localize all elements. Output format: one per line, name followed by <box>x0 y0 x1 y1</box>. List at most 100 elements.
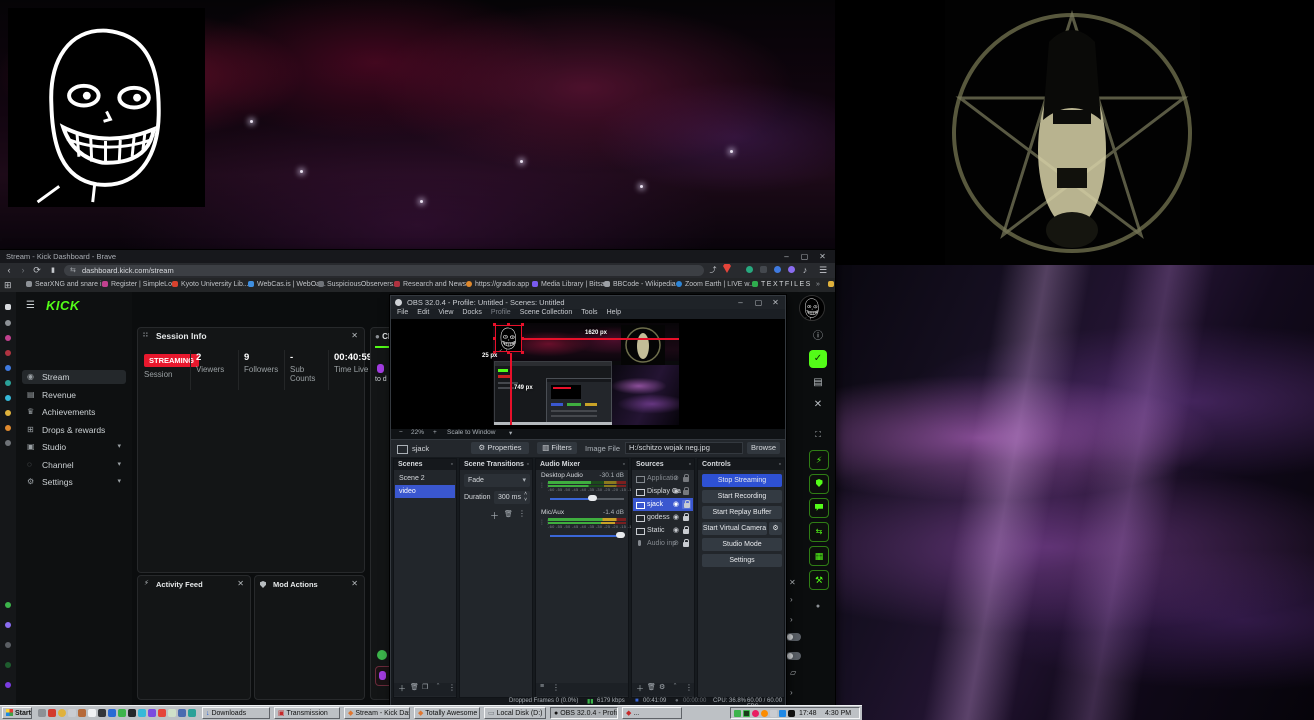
sidebar-item-drops-rewards[interactable]: ⊞ Drops & rewards <box>22 423 126 437</box>
bookmark-item[interactable]: BBCode - Wikipedia <box>604 278 676 292</box>
settings-button[interactable]: Settings <box>702 554 782 567</box>
sidebar-item-achievements[interactable]: ♛ Achievements <box>22 405 126 419</box>
task-button-transmission[interactable]: ▣ Transmission <box>274 707 340 719</box>
sources-header[interactable]: Sources ▫ <box>632 459 694 470</box>
eye-off-icon[interactable]: ⊘ <box>673 472 679 485</box>
menu-file[interactable]: File <box>397 309 408 316</box>
advanced-audio-icon[interactable]: ≡ <box>540 683 544 690</box>
panels-widget-icon[interactable]: ▦ <box>809 546 829 566</box>
mod-actions-header[interactable]: Mod Actions ✕ <box>255 576 364 592</box>
scene-item[interactable]: Scene 2 <box>395 472 455 485</box>
spinner-down-icon[interactable]: ˅ <box>524 494 527 507</box>
media-icon[interactable]: ♪ <box>798 263 812 278</box>
browser-minimize-button[interactable]: – <box>782 252 791 261</box>
rail-icon[interactable] <box>5 320 11 326</box>
add-source-icon[interactable]: ＋ <box>636 683 644 694</box>
lock-icon[interactable] <box>683 513 689 521</box>
rail-icon[interactable] <box>5 662 11 668</box>
sidebar-item-channel[interactable]: ◌ Channel ▾ <box>22 458 126 472</box>
volume-slider-knob[interactable] <box>588 495 597 501</box>
scene-item-selected[interactable]: video <box>395 485 455 498</box>
menu-scene-collection[interactable]: Scene Collection <box>520 309 573 316</box>
quicklaunch-icon[interactable] <box>178 709 186 717</box>
selection-handle[interactable] <box>493 337 496 340</box>
extension-icon-green[interactable] <box>742 263 756 278</box>
volume-slider-track[interactable] <box>550 498 624 500</box>
quicklaunch-icon[interactable] <box>188 709 196 717</box>
remove-transition-icon[interactable]: 🗑︎ <box>504 510 513 518</box>
lock-icon[interactable] <box>683 526 689 534</box>
rail-icon[interactable] <box>5 410 11 416</box>
image-path-field[interactable]: H:/schitzo wojak neg.jpg <box>625 442 743 454</box>
duplicate-scene-icon[interactable]: ❐ <box>422 683 428 691</box>
quicklaunch-icon[interactable] <box>48 709 56 717</box>
quicklaunch-icon[interactable] <box>58 709 66 717</box>
mixer-more-icon[interactable]: ⋮ <box>552 683 560 692</box>
quicklaunch-icon[interactable] <box>168 709 176 717</box>
rail-icon[interactable] <box>5 425 11 431</box>
stop-streaming-button[interactable]: Stop Streaming <box>702 474 782 487</box>
rail-icon[interactable] <box>5 622 11 628</box>
remove-scene-icon[interactable]: 🗑︎ <box>410 683 419 691</box>
quicklaunch-icon[interactable] <box>158 709 166 717</box>
session-info-header[interactable]: ∷ Session Info ✕ <box>138 328 364 344</box>
start-button[interactable]: Start <box>2 707 32 719</box>
apps-grid-icon[interactable]: ⊞ <box>4 278 12 292</box>
quicklaunch-icon[interactable] <box>128 709 136 717</box>
bookmark-item[interactable]: SearXNG and snare i... <box>26 278 107 292</box>
eye-icon[interactable]: ◉ <box>673 498 679 511</box>
connected-check-icon[interactable]: ✓ <box>809 350 827 368</box>
tray-icon[interactable] <box>743 710 750 717</box>
activity-widget-icon[interactable]: ⚡ <box>809 450 829 470</box>
chat-widget-icon[interactable] <box>809 498 829 518</box>
start-virtual-camera-button[interactable]: Start Virtual Camera <box>702 522 767 535</box>
quicklaunch-icon[interactable] <box>118 709 126 717</box>
source-item-application-audio[interactable]: Applicatio ⊘ <box>633 472 693 485</box>
hamburger-icon[interactable]: ☰ <box>26 300 35 311</box>
avatar[interactable] <box>799 295 825 321</box>
duration-spinner[interactable]: 300 ms ˄ ˅ <box>494 491 530 504</box>
menu-icon[interactable]: ☰ <box>816 263 830 278</box>
lock-button[interactable] <box>682 500 691 509</box>
filters-button[interactable]: ▥ Filters <box>537 442 577 454</box>
add-scene-icon[interactable]: ＋ <box>398 683 406 694</box>
quicklaunch-icon[interactable] <box>108 709 116 717</box>
selection-handle[interactable] <box>521 323 524 326</box>
bookmark-item[interactable]: SuspiciousObservers... <box>318 278 399 292</box>
more-icon[interactable]: ⋮ <box>448 683 456 692</box>
task-button-kick-dashboard[interactable]: ◆ Stream - Kick Dashboard... <box>344 707 410 719</box>
bookmark-item[interactable]: Kyoto University Lib... <box>172 278 249 292</box>
quicklaunch-icon[interactable] <box>78 709 86 717</box>
transitions-header[interactable]: Scene Transitions ▫ <box>460 459 532 470</box>
task-button-local-disk[interactable]: ▭ Local Disk (D:) <box>484 707 546 719</box>
widget-close-icon[interactable]: ✕ <box>789 578 796 587</box>
bookmark-item[interactable]: Zoom Earth | LIVE w... <box>676 278 755 292</box>
source-item-godess[interactable]: godess ◉ <box>633 511 693 524</box>
rail-icon[interactable] <box>5 440 11 446</box>
tray-icon[interactable] <box>734 710 741 717</box>
sidebar-item-settings[interactable]: ⚙ Settings ▾ <box>22 475 126 489</box>
eye-icon[interactable]: ◉ <box>673 524 679 537</box>
source-item-display-capture[interactable]: Display Ca ◉ <box>633 485 693 498</box>
virtual-camera-config-icon[interactable]: ⚙ <box>769 522 782 535</box>
browser-titlebar[interactable]: Stream - Kick Dashboard - Brave – ▢ ✕ <box>0 250 835 263</box>
bookmark-item[interactable]: Register | SimpleLo... <box>102 278 178 292</box>
rail-icon[interactable] <box>5 350 11 356</box>
move-up-icon[interactable]: ＾ <box>434 683 442 694</box>
chevron-down-icon[interactable]: ▾ <box>509 429 512 437</box>
extension-icon-blue[interactable] <box>770 263 784 278</box>
lock-open-icon[interactable] <box>683 487 689 495</box>
move-up-icon[interactable]: ＾ <box>671 683 679 694</box>
properties-button[interactable]: ⚙ Properties <box>471 442 529 454</box>
selection-handle[interactable] <box>521 351 524 354</box>
brave-shields-icon[interactable] <box>720 263 734 278</box>
task-button-downloads[interactable]: ↓ Downloads <box>202 707 270 719</box>
share-icon[interactable]: ⤴ <box>706 263 720 278</box>
reload-icon[interactable]: ⟳ <box>30 263 44 278</box>
chevron-right-icon[interactable]: › <box>790 688 793 697</box>
chevron-right-icon[interactable]: › <box>790 615 793 624</box>
controls-header[interactable]: Controls ▫ <box>698 459 784 470</box>
forward-icon[interactable]: › <box>16 263 30 278</box>
chevron-right-icon[interactable]: › <box>790 595 793 604</box>
start-replay-buffer-button[interactable]: Start Replay Buffer <box>702 506 782 519</box>
